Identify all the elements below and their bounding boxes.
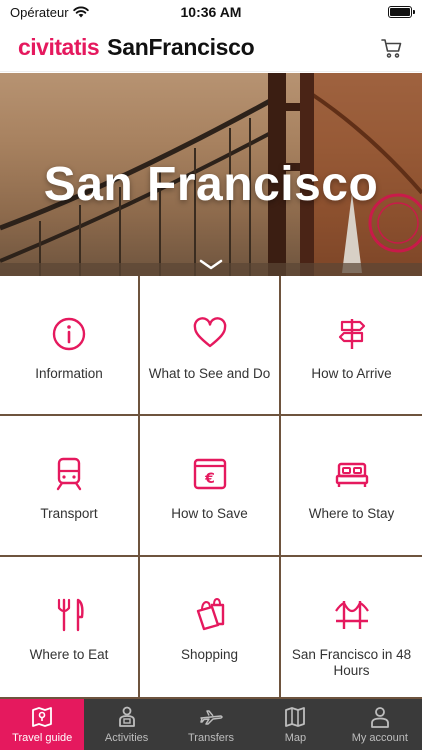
bridge-icon [334,597,370,633]
tile-label: Transport [40,506,98,521]
carrier-group: Opérateur [10,5,89,20]
bed-icon [334,456,370,492]
tile-label: What to See and Do [148,366,271,381]
cart-icon[interactable] [380,36,404,60]
plane-icon [199,705,223,729]
info-icon [51,316,87,352]
tile-shopping[interactable]: Shopping [140,557,281,699]
tab-map[interactable]: Map [253,699,337,750]
tile-label: Where to Eat [29,647,109,662]
shopping-bags-icon [192,597,228,633]
hero-banner: San Francisco [0,73,422,276]
map-icon [283,705,307,729]
chevron-down-icon[interactable] [199,259,223,271]
tile-48-hours[interactable]: San Francisco in 48 Hours [281,557,422,699]
tab-transfers[interactable]: Transfers [169,699,253,750]
tab-label: Travel guide [12,732,73,744]
map-book-icon [30,705,54,729]
tab-label: Transfers [187,732,235,744]
train-icon [51,456,87,492]
tile-where-to-stay[interactable]: Where to Stay [281,416,422,557]
brand-logo[interactable]: civitatis [18,34,100,61]
tile-how-to-save[interactable]: € How to Save [140,416,281,557]
tile-label: San Francisco in 48 Hours [291,647,412,678]
tile-label: Shopping [180,647,239,662]
carrier-name: Opérateur [10,4,69,20]
tile-transport[interactable]: Transport [0,416,140,557]
status-bar: Opérateur 10:36 AM [0,0,422,24]
tab-label: My account [351,732,408,744]
city-name: SanFrancisco [107,34,255,60]
fork-knife-icon [51,597,87,633]
tile-how-to-arrive[interactable]: How to Arrive [281,276,422,416]
tile-label: How to Arrive [311,366,392,381]
heart-icon [192,316,228,352]
tile-label: Where to Stay [308,506,395,521]
guide-sections-grid: Information What to See and Do How to Ar… [0,276,422,699]
app-header: civitatis SanFrancisco [0,24,422,72]
guide-person-icon [115,705,139,729]
bottom-tab-bar: Travel guide Activities Transfers Map My… [0,699,422,750]
tile-what-to-see[interactable]: What to See and Do [140,276,281,416]
tab-my-account[interactable]: My account [338,699,422,750]
wifi-icon [72,6,89,18]
tab-label: Map [284,732,307,744]
tab-travel-guide[interactable]: Travel guide [0,699,85,750]
user-icon [368,705,392,729]
tile-where-to-eat[interactable]: Where to Eat [0,557,140,699]
signpost-icon [334,316,370,352]
svg-text:€: € [204,471,215,487]
euro-wallet-icon: € [192,456,228,492]
tile-label: Information [35,366,103,381]
battery-icon [388,6,415,18]
tile-information[interactable]: Information [0,276,140,416]
hero-title: San Francisco [43,158,379,211]
tab-activities[interactable]: Activities [84,699,168,750]
tile-label: How to Save [171,506,248,521]
tab-label: Activities [104,732,149,744]
